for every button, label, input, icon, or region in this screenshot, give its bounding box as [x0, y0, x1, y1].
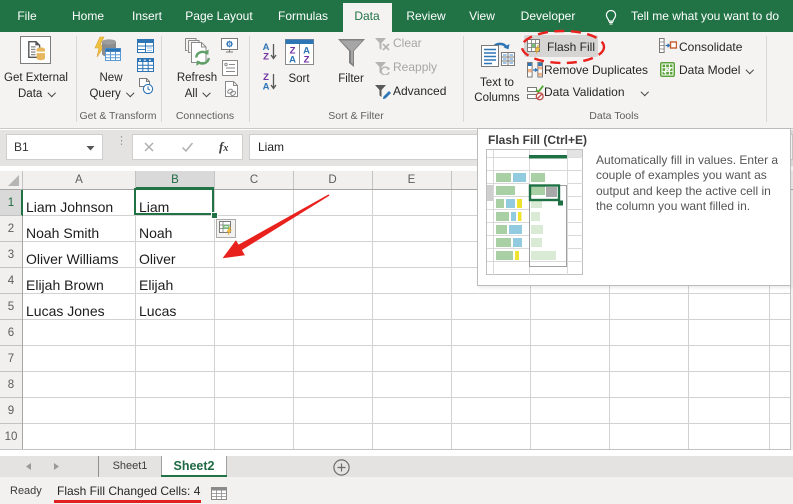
svg-text:A: A — [289, 55, 296, 66]
svg-text:A: A — [263, 82, 270, 93]
svg-text:Z: Z — [304, 55, 310, 66]
svg-text:Z: Z — [263, 52, 269, 63]
